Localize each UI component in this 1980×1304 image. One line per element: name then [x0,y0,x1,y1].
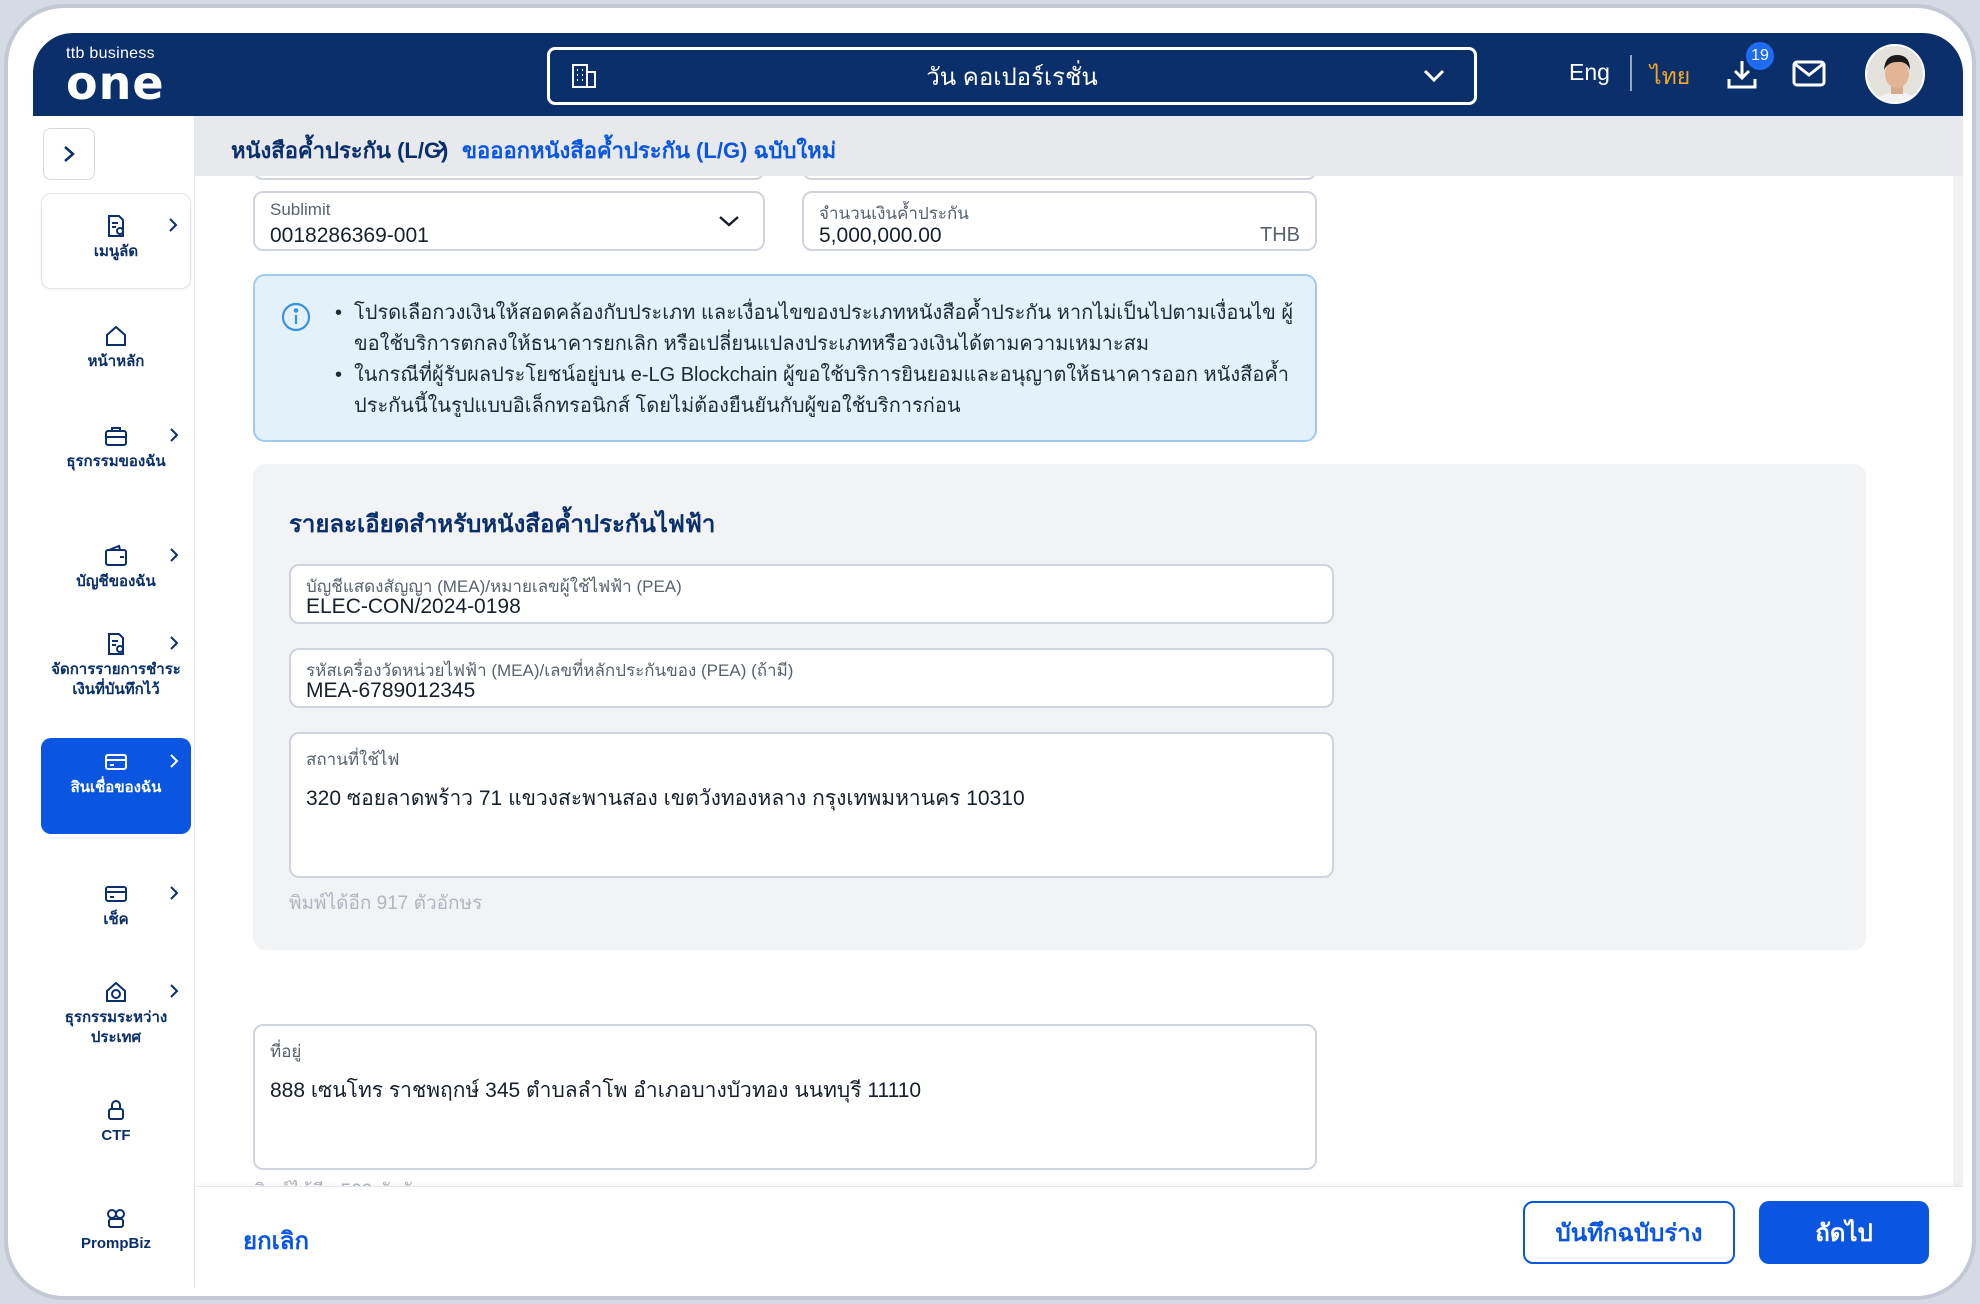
field-label: Sublimit [270,200,331,219]
action-footer: ยกเลิก บันทึกฉบับร่าง ถัดไป [195,1186,1963,1288]
field-value: 0018286369-001 [270,224,429,247]
currency-unit: THB [1260,224,1300,246]
field-value: 5,000,000.00 [819,224,942,247]
chevron-right-icon [170,886,179,900]
lang-english[interactable]: Eng [1569,59,1610,86]
brand-logo[interactable]: ttb business one [66,45,165,110]
breadcrumb-parent-link[interactable]: หนังสือค้ำประกัน (L/G) [231,133,448,168]
guarantee-amount-field[interactable]: จำนวนเงินค้ำประกัน 5,000,000.00 THB [802,191,1317,251]
sidebar-item-shortcut[interactable]: เมนูลัด [41,193,191,289]
sidebar-item-label: CTF [101,1127,131,1144]
field-label: จำนวนเงินค้ำประกัน [819,204,969,223]
info-item: โปรดเลือกวงเงินให้สอดคล้องกับประเภท และเ… [335,298,1300,360]
sidebar-item-international[interactable]: ธุรกรรมระหว่างประเทศ [41,960,191,1060]
sidebar-item-label: ธุรกรรมของฉัน [66,453,166,470]
info-notice: โปรดเลือกวงเงินให้สอดคล้องกับประเภท และเ… [253,274,1317,442]
user-avatar[interactable] [1865,44,1925,104]
company-selector[interactable]: วัน คอเปอร์เรชั่น [547,47,1477,105]
chevron-down-icon [719,216,739,227]
field-label: ที่อยู่ [270,1042,302,1061]
sidebar-item-label: จัดการรายการชำระเงินที่บันทึกไว้ [51,661,181,698]
breadcrumb-current: ขอออกหนังสือค้ำประกัน (L/G) ฉบับใหม่ [462,138,837,163]
field-value: 320 ซอยลาดพร้าว 71 แขวงสะพานสอง เขตวังทอ… [306,787,1025,810]
form-content: Sublimit 0018286369-001 จำนวนเงินค้ำประก… [195,176,1953,1196]
chevron-right-icon [170,428,179,442]
info-icon [281,302,311,332]
lock-icon [108,1100,124,1120]
wallet-icon [105,544,127,566]
lang-divider [1630,55,1632,91]
mail-icon[interactable] [1792,59,1826,89]
sidebar-item-saved-payments[interactable]: จัดการรายการชำระเงินที่บันทึกไว้ [41,612,191,722]
sidebar-item-label: ธุรกรรมระหว่างประเทศ [64,1009,168,1046]
field-value: ELEC-CON/2024-0198 [306,595,521,618]
field-value: 888 เซนโทร ราชพฤกษ์ 345 ตำบลลำโพ อำเภอบา… [270,1079,922,1102]
sidebar-item-cheque[interactable]: เช็ค [41,862,191,942]
sidebar-item-prompbiz[interactable]: PrompBiz [41,1186,191,1266]
home-icon [106,325,126,346]
chevron-right-icon [169,218,178,232]
info-item: ในกรณีที่ผู้รับผลประโยชน์อยู่บน e-LG Blo… [335,360,1300,422]
avatar-portrait-icon [1867,46,1923,102]
cancel-button[interactable]: ยกเลิก [243,1221,309,1260]
saved-payment-icon [108,633,124,655]
electric-guarantee-section: รายละเอียดสำหรับหนังสือค้ำประกันไฟฟ้า บั… [253,464,1866,950]
international-icon [106,981,126,1002]
chevron-right-icon [64,146,75,162]
sublimit-select[interactable]: Sublimit 0018286369-001 [253,191,765,251]
app-screen: ttb business one วัน คอเปอร์เรชั่น Eng ไ… [33,33,1963,1288]
top-header: ttb business one วัน คอเปอร์เรชั่น Eng ไ… [33,33,1963,116]
sidebar-item-my-loans[interactable]: สินเชื่อของฉัน [41,738,191,834]
sidebar-item-my-accounts[interactable]: บัญชีของฉัน [41,524,191,604]
address-textarea[interactable]: ที่อยู่ 888 เซนโทร ราชพฤกษ์ 345 ตำบลลำโพ… [253,1024,1317,1170]
sidebar-item-label: บัญชีของฉัน [76,573,156,590]
info-list: โปรดเลือกวงเงินให้สอดคล้องกับประเภท และเ… [335,298,1300,422]
field-label: สถานที่ใช้ไฟ [306,750,400,769]
previous-field-left[interactable] [253,176,765,180]
contract-account-field[interactable]: บัญชีแสดงสัญญา (MEA)/หมายเลขผู้ใช้ไฟฟ้า … [289,564,1334,624]
sidebar-item-label: เช็ค [103,911,129,928]
breadcrumb: หนังสือค้ำประกัน (L/G) ขอออกหนังสือค้ำปร… [195,116,1963,176]
meter-code-field[interactable]: รหัสเครื่องวัดหน่วยไฟฟ้า (MEA)/เลขที่หลั… [289,648,1334,708]
chevron-down-icon [1423,69,1445,83]
sidebar-item-label: PrompBiz [80,1235,151,1252]
lang-thai[interactable]: ไทย [1650,59,1690,95]
section-title: รายละเอียดสำหรับหนังสือค้ำประกันไฟฟ้า [289,511,716,538]
previous-field-right[interactable] [802,176,1317,180]
sidebar-item-my-transactions[interactable]: ธุรกรรมของฉัน [41,404,191,504]
cheque-icon [105,886,127,902]
loan-card-icon [105,754,127,770]
next-button[interactable]: ถัดไป [1759,1201,1929,1264]
chevron-right-icon [170,636,179,650]
download-count-badge: 19 [1744,40,1776,72]
field-value: MEA-6789012345 [306,679,476,702]
building-icon [572,64,596,88]
sidebar: เมนูลัด หน้าหลัก ธุรกรรมของฉัน บัญชีของฉ… [33,116,195,1288]
sidebar-expand-button[interactable] [43,128,95,180]
chevron-right-icon [438,140,447,154]
prompbiz-icon [107,1209,125,1228]
chevron-right-icon [170,548,179,562]
sidebar-item-home[interactable]: หน้าหลัก [41,304,191,384]
save-draft-button[interactable]: บันทึกฉบับร่าง [1523,1201,1735,1264]
briefcase-icon [105,427,127,446]
sidebar-item-label: หน้าหลัก [87,353,145,370]
char-counter: พิมพ์ได้อีก 917 ตัวอักษร [289,893,483,914]
device-frame: ttb business one วัน คอเปอร์เรชั่น Eng ไ… [4,4,1976,1300]
logo-big-text: one [66,56,165,110]
shortcut-doc-icon [108,215,124,237]
sidebar-item-label: สินเชื่อของฉัน [70,779,162,796]
company-name: วัน คอเปอร์เรชั่น [926,63,1098,91]
sidebar-item-label: เมนูลัด [93,243,139,260]
sidebar-item-ctf[interactable]: CTF [41,1078,191,1158]
chevron-right-icon [170,754,179,768]
chevron-right-icon [170,984,179,998]
usage-location-textarea[interactable]: สถานที่ใช้ไฟ 320 ซอยลาดพร้าว 71 แขวงสะพา… [289,732,1334,878]
